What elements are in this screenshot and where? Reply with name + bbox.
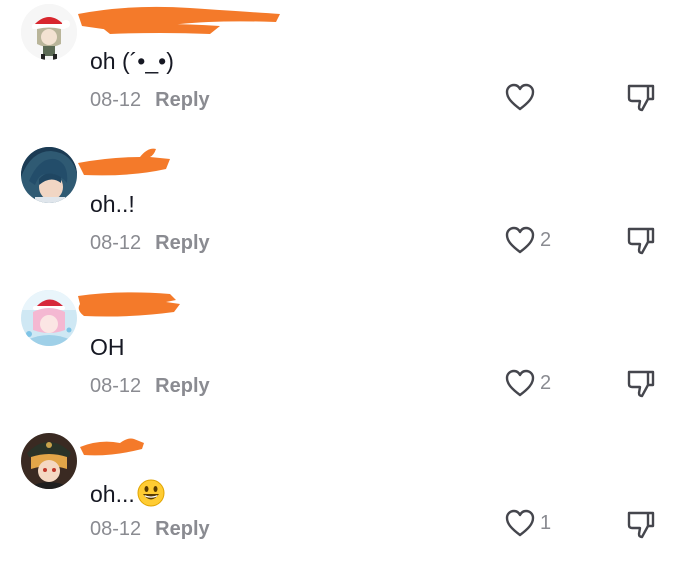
username-redaction <box>80 438 144 456</box>
user-avatar[interactable] <box>21 4 77 60</box>
comment-meta: 08-12 Reply <box>90 233 210 253</box>
heart-outline-icon <box>505 369 535 397</box>
like-button[interactable]: 2 <box>504 367 551 399</box>
dislike-button[interactable] <box>625 81 657 113</box>
reply-button[interactable]: Reply <box>155 89 209 111</box>
comment-text-content: oh... <box>90 481 135 507</box>
user-avatar[interactable] <box>21 290 77 346</box>
reply-button[interactable]: Reply <box>155 232 209 254</box>
comment-date: 08-12 <box>90 375 142 397</box>
comment-date: 08-12 <box>90 518 142 540</box>
comment-text: oh..! <box>90 191 135 217</box>
username-redaction <box>78 6 280 34</box>
comment-date: 08-12 <box>90 89 142 111</box>
like-count: 2 <box>540 228 552 251</box>
thumbs-down-outline-icon <box>627 84 655 112</box>
user-avatar[interactable] <box>21 433 77 489</box>
comment-meta: 08-12 Reply <box>90 376 210 396</box>
grinning-face-emoji <box>137 479 165 507</box>
comment-item: OH 08-12 Reply 2 <box>0 286 680 428</box>
dislike-button[interactable] <box>625 367 657 399</box>
heart-outline-icon <box>505 83 535 111</box>
like-button[interactable]: 2 <box>504 224 551 256</box>
reply-button[interactable]: Reply <box>155 375 209 397</box>
thumbs-down-outline-icon <box>627 227 655 255</box>
comment-item: oh..! 08-12 Reply 2 <box>0 143 680 285</box>
dislike-button[interactable] <box>625 224 657 256</box>
thumbs-down-outline-icon <box>627 370 655 398</box>
thumbs-down-outline-icon <box>627 511 655 539</box>
dislike-button[interactable] <box>625 508 657 540</box>
comment-text: OH <box>90 334 125 360</box>
comment-item: oh... 08-12 Reply 1 <box>0 429 680 571</box>
comment-meta: 08-12 Reply <box>90 519 210 539</box>
heart-outline-icon <box>505 226 535 254</box>
comment-date: 08-12 <box>90 232 142 254</box>
like-count: 1 <box>540 511 552 534</box>
comment-meta: 08-12 Reply <box>90 90 210 110</box>
like-button[interactable]: 1 <box>504 507 551 539</box>
comment-text: oh (´•_•) <box>90 48 174 74</box>
like-button[interactable] <box>504 81 540 113</box>
username-redaction <box>78 148 170 176</box>
comment-text: oh... <box>90 479 165 507</box>
reply-button[interactable]: Reply <box>155 518 209 540</box>
user-avatar[interactable] <box>21 147 77 203</box>
comment-item: oh (´•_•) 08-12 Reply <box>0 0 680 142</box>
like-count: 2 <box>540 371 552 394</box>
heart-outline-icon <box>505 509 535 537</box>
username-redaction <box>78 292 180 317</box>
